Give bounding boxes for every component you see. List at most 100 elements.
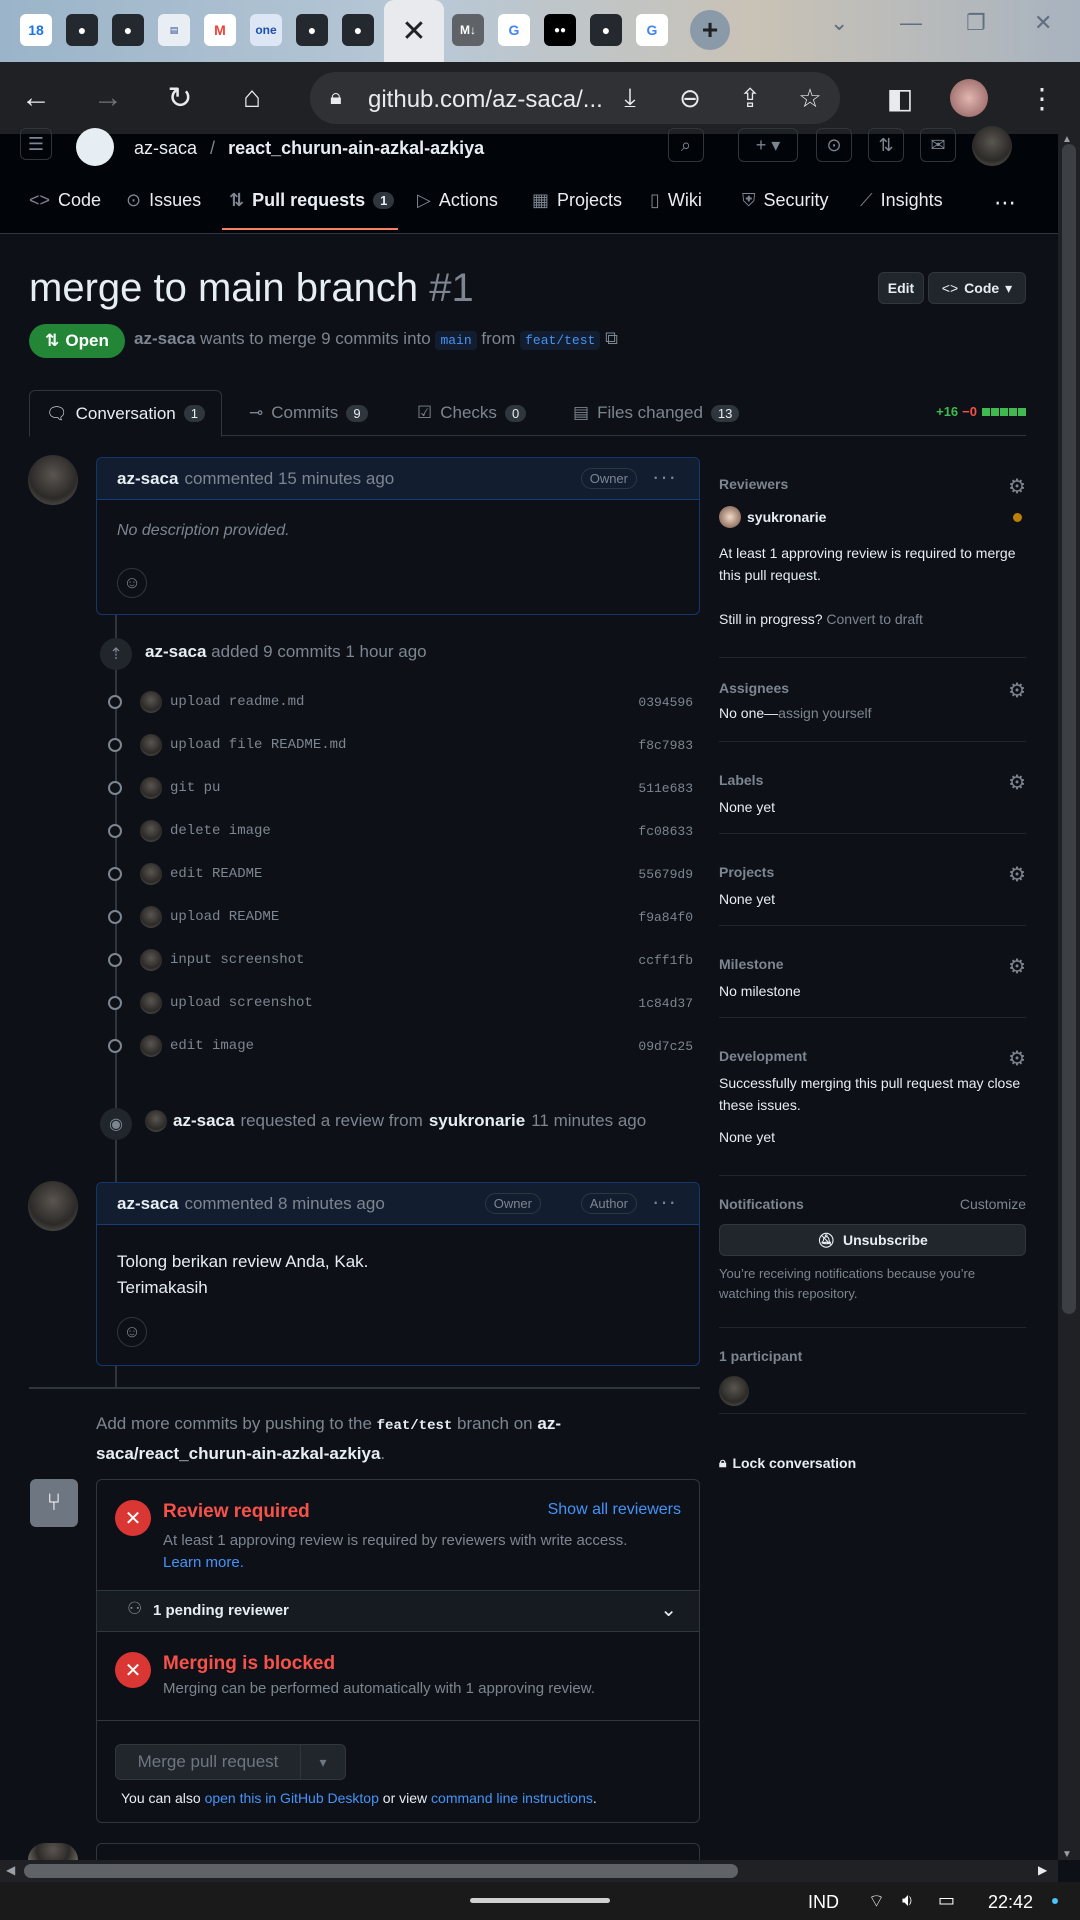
share-icon[interactable]: ⇪ (728, 76, 772, 120)
github-icon[interactable]: ● (112, 14, 144, 46)
create-new-icon[interactable]: + ▾ (738, 128, 798, 162)
pending-reviewer-row[interactable]: ⚇ 1 pending reviewer ⌄ (97, 1590, 699, 1632)
code-dropdown-button[interactable]: <> Code ▾ (928, 272, 1026, 304)
home-icon[interactable]: ⌂ (230, 76, 274, 120)
issues-icon[interactable]: ⊙ (816, 128, 852, 162)
avatar[interactable] (140, 691, 162, 713)
event-author[interactable]: az-saca (173, 1111, 234, 1131)
comment-time[interactable]: commented 15 minutes ago (184, 469, 394, 489)
chevron-down-icon[interactable]: ⌄ (660, 1597, 677, 1622)
tab-security[interactable]: ⛨ Security (742, 190, 829, 211)
commit-row[interactable]: upload readme.md 0394596 (108, 688, 693, 716)
tab-wiki[interactable]: ▯ Wiki (650, 190, 702, 211)
horizontal-scrollbar[interactable]: ◀ ▶ (0, 1860, 1058, 1882)
comment-author[interactable]: az-saca (117, 469, 178, 489)
minimize-icon[interactable]: — (900, 10, 922, 36)
scroll-left-icon[interactable]: ◀ (6, 1863, 15, 1877)
avatar[interactable] (140, 777, 162, 799)
tab-checks[interactable]: ☑ Checks 0 (417, 390, 527, 436)
pull-requests-icon[interactable]: ⇅ (868, 128, 904, 162)
avatar[interactable] (140, 820, 162, 842)
gear-icon[interactable]: ⚙ (1008, 770, 1026, 795)
avatar[interactable] (140, 906, 162, 928)
more-tabs-icon[interactable]: ⋯ (994, 190, 1016, 216)
merge-options-dropdown[interactable]: ▾ (300, 1744, 346, 1780)
commit-message[interactable]: edit image (170, 1038, 254, 1054)
home-indicator[interactable] (470, 1898, 610, 1903)
bookmark-star-icon[interactable]: ☆ (788, 76, 832, 120)
kebab-menu-icon[interactable]: ··· (652, 1189, 677, 1215)
tab-projects[interactable]: ▦ Projects (532, 190, 622, 211)
base-branch[interactable]: main (435, 331, 477, 350)
convert-to-draft-link[interactable]: Convert to draft (826, 611, 923, 627)
commit-sha[interactable]: 1c84d37 (638, 996, 693, 1011)
site-icon[interactable]: ▤ (158, 14, 190, 46)
google-icon[interactable]: G (498, 14, 530, 46)
tab-code[interactable]: <> Code (29, 190, 101, 211)
repo-owner-link[interactable]: az-saca (134, 138, 197, 158)
github-icon[interactable]: ● (66, 14, 98, 46)
github-icon[interactable]: ● (590, 14, 622, 46)
tab-files-changed[interactable]: ▤ Files changed 13 (573, 390, 740, 436)
close-window-icon[interactable]: ✕ (1034, 10, 1052, 36)
avatar[interactable] (28, 1181, 78, 1231)
commit-message[interactable]: upload file README.md (170, 737, 346, 753)
commit-row[interactable]: input screenshot ccff1fb (108, 946, 693, 974)
commit-sha[interactable]: f8c7983 (638, 738, 693, 753)
hamburger-icon[interactable]: ☰ (20, 128, 52, 160)
reload-icon[interactable]: ↻ (158, 76, 202, 120)
unsubscribe-button[interactable]: 🔕︎ Unsubscribe (719, 1224, 1026, 1256)
commit-message[interactable]: upload screenshot (170, 995, 313, 1011)
commit-sha[interactable]: 511e683 (638, 781, 693, 796)
commit-message[interactable]: edit README (170, 866, 262, 882)
commit-sha[interactable]: 55679d9 (638, 867, 693, 882)
pr-author-link[interactable]: az-saca (134, 329, 195, 348)
commit-sha[interactable]: ccff1fb (638, 953, 693, 968)
language-indicator[interactable]: IND (808, 1892, 839, 1913)
avatar[interactable] (140, 1035, 162, 1057)
avatar[interactable] (719, 1376, 749, 1406)
commit-message[interactable]: git pu (170, 780, 220, 796)
tab-commits[interactable]: ⊸ Commits 9 (249, 390, 368, 436)
avatar[interactable] (28, 1843, 78, 1860)
command-line-link[interactable]: command line instructions (431, 1790, 593, 1806)
new-tab-icon[interactable]: + (690, 10, 730, 50)
gear-icon[interactable]: ⚙ (1008, 1046, 1026, 1071)
commit-row[interactable]: git pu 511e683 (108, 774, 693, 802)
avatar[interactable] (140, 734, 162, 756)
commit-sha[interactable]: f9a84f0 (638, 910, 693, 925)
commit-row[interactable]: upload screenshot 1c84d37 (108, 989, 693, 1017)
markdown-icon[interactable]: M↓ (452, 14, 484, 46)
tab-pull-requests[interactable]: ⇅ Pull requests 1 (229, 190, 395, 211)
commit-message[interactable]: upload README (170, 909, 279, 925)
tab-conversation[interactable]: 🗨︎ Conversation 1 (29, 390, 222, 437)
reviewer-name[interactable]: syukronarie (747, 509, 826, 525)
avatar[interactable] (140, 949, 162, 971)
event-author[interactable]: az-saca (145, 642, 206, 661)
github-desktop-link[interactable]: open this in GitHub Desktop (205, 1790, 379, 1806)
gear-icon[interactable]: ⚙ (1008, 954, 1026, 979)
commit-sha[interactable]: fc08633 (638, 824, 693, 839)
tab-actions[interactable]: ▷ Actions (417, 190, 498, 211)
assign-yourself-link[interactable]: assign yourself (778, 705, 871, 721)
wifi-icon[interactable]: ⌔ (868, 1890, 885, 1913)
volume-icon[interactable]: 🔉︎ (902, 1890, 913, 1911)
commit-row[interactable]: edit image 09d7c25 (108, 1032, 693, 1060)
commit-message[interactable]: input screenshot (170, 952, 304, 968)
commit-row[interactable]: delete image fc08633 (108, 817, 693, 845)
github-logo-icon[interactable] (76, 128, 114, 166)
learn-more-link[interactable]: Learn more. (163, 1554, 244, 1571)
copy-icon[interactable]: ⧉ (605, 328, 618, 348)
side-panel-icon[interactable]: ◧ (878, 76, 922, 120)
tab-insights[interactable]: ⟋ Insights (860, 190, 943, 211)
google-icon[interactable]: G (636, 14, 668, 46)
lock-conversation-link[interactable]: 🔒︎ Lock conversation (719, 1454, 856, 1471)
avatar[interactable] (140, 992, 162, 1014)
scroll-down-icon[interactable]: ▼ (1062, 1849, 1072, 1860)
repo-name-link[interactable]: react_churun-ain-azkal-azkiya (228, 138, 484, 158)
close-icon[interactable]: ✕ (384, 0, 444, 62)
customize-link[interactable]: Customize (960, 1196, 1026, 1212)
commit-row[interactable]: upload file README.md f8c7983 (108, 731, 693, 759)
user-avatar[interactable] (972, 126, 1012, 166)
edit-button[interactable]: Edit (878, 272, 924, 304)
